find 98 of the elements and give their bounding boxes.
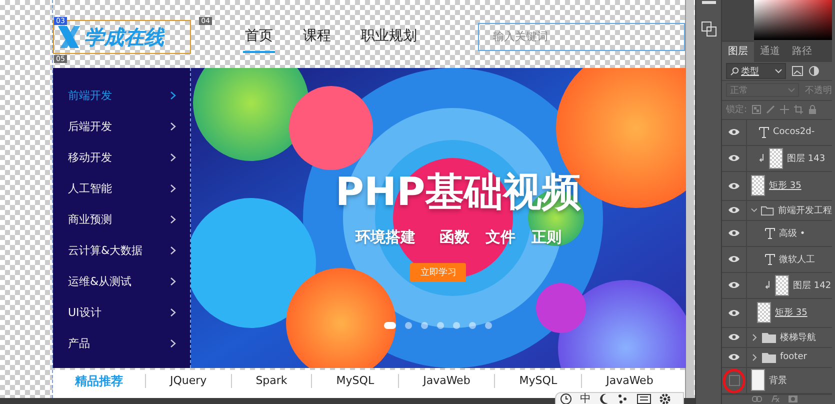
layer-row[interactable]: 楼梯导航 [722, 328, 832, 348]
course-link[interactable]: JQuery [145, 374, 231, 388]
layer-name: 图层 142 [793, 280, 832, 292]
crop-icon [794, 105, 804, 114]
logo-icon [56, 24, 82, 50]
banner-tag: 函数 [439, 228, 470, 247]
chevron-right-icon [170, 184, 176, 193]
caret-icon [775, 68, 782, 74]
lock-icon [808, 105, 818, 114]
layer-thumbnail [751, 175, 765, 196]
sidebar-item[interactable]: 人工智能 [53, 173, 190, 204]
carousel-dot[interactable] [421, 322, 428, 329]
layer-row[interactable]: Cocos2d- [722, 120, 832, 146]
chevron-right-icon [170, 339, 176, 348]
search-icon [730, 66, 739, 76]
chevron-right-icon [170, 91, 176, 100]
lock-transparent-icon [752, 105, 762, 114]
carousel-dot[interactable] [453, 322, 460, 329]
text-layer-icon [759, 126, 769, 138]
keyboard-icon [637, 394, 651, 404]
layer-row[interactable]: 矩形 35 [722, 172, 832, 201]
layer-row[interactable]: footer [722, 348, 832, 368]
dots-icon [617, 392, 629, 404]
course-link[interactable]: Spark [230, 374, 312, 388]
clock-icon [560, 392, 572, 404]
layer-name: 楼梯导航 [780, 332, 816, 344]
layer-row[interactable]: 背景 [722, 368, 832, 394]
sidebar-item[interactable]: 商业预测 [53, 204, 190, 235]
filter-dropdown[interactable]: 类型 [726, 63, 786, 80]
nav-link[interactable]: 首页 [243, 21, 275, 53]
chevron-right-icon [170, 246, 176, 255]
sidebar-item[interactable]: 运维&从测试 [53, 266, 190, 297]
link-icon [752, 395, 762, 404]
chevron-right-icon [170, 215, 176, 224]
chevron-right-icon [170, 122, 176, 131]
nav-link[interactable]: 职业规划 [359, 21, 419, 53]
fx-icon [770, 395, 780, 404]
sidebar-item[interactable]: 前端开发 [53, 80, 190, 111]
layer-thumbnail [769, 148, 783, 169]
layer-name: 矩形 35 [769, 180, 802, 192]
panel-tab[interactable]: 图层 [722, 42, 754, 62]
sidebar-item[interactable]: 后端开发 [53, 111, 190, 142]
text-layer-icon [765, 228, 775, 239]
sidebar-item[interactable]: 产品 [53, 328, 190, 359]
layer-row[interactable]: 矩形 35 [722, 298, 832, 328]
layer-name: 矩形 35 [775, 306, 808, 320]
layer-thumbnail [751, 369, 765, 392]
settings-icon [659, 392, 671, 404]
panel-tab[interactable]: 通道 [754, 42, 786, 62]
recommend-heading: 精品推荐 [74, 372, 124, 390]
sidebar-item[interactable]: 移动开发 [53, 142, 190, 173]
layer-row[interactable]: 图层 142 [722, 272, 832, 299]
course-link[interactable]: MySQL [311, 374, 398, 388]
carousel-dot[interactable] [485, 322, 492, 329]
logo-text: 学成在线 [84, 25, 164, 49]
layer-name: 前端开发工程 [778, 204, 832, 217]
text-layer-icon [765, 254, 775, 265]
sidebar-item[interactable]: UI设计 [53, 297, 190, 328]
layer-row[interactable]: 前端开发工程 [722, 200, 832, 221]
nav-link[interactable]: 课程 [301, 21, 333, 53]
layer-name: footer [780, 352, 807, 362]
search-field[interactable]: 输入关键词 [478, 23, 685, 51]
folder-icon [762, 332, 776, 343]
color-picker-field[interactable] [754, 0, 832, 40]
brush-icon [766, 105, 776, 114]
carousel-dot[interactable] [437, 322, 444, 329]
image-filter-icon [792, 66, 803, 76]
open-folder-icon [761, 204, 774, 216]
collapse-icon [702, 1, 716, 5]
layer-comp-icon [700, 21, 716, 37]
course-link[interactable]: JavaWeb [398, 374, 494, 388]
layer-thumbnail [775, 274, 789, 296]
layer-name: 背景 [769, 374, 787, 387]
course-link[interactable]: MySQL [494, 374, 582, 388]
moon-icon [599, 392, 609, 404]
layer-name: 图层 143 [787, 152, 826, 165]
sidebar-item[interactable]: 云计算&大数据 [53, 235, 190, 266]
layer-thumbnail [757, 302, 771, 324]
carousel-dot[interactable] [469, 322, 476, 329]
layer-row[interactable]: 高级 • [722, 220, 832, 247]
layer-row[interactable]: 微软人工 [722, 246, 832, 273]
layer-row[interactable]: 图层 143 [722, 146, 832, 172]
adjustment-filter-icon [809, 66, 819, 76]
move-icon [780, 105, 790, 114]
ime-mode-label[interactable]: 中 [580, 392, 591, 404]
layer-name: 高级 • [779, 228, 806, 240]
visibility-toggle[interactable] [728, 374, 740, 386]
layer-name: 微软人工 [779, 254, 815, 266]
caret-icon [788, 88, 795, 93]
annotation-circle [722, 368, 746, 394]
folder-icon [762, 352, 776, 363]
chevron-right-icon [170, 153, 176, 162]
course-link[interactable]: JavaWeb [581, 374, 678, 388]
chevron-right-icon [170, 308, 176, 317]
chevron-right-icon [170, 277, 176, 286]
panel-tab[interactable]: 路径 [786, 42, 818, 62]
carousel-dot[interactable] [405, 322, 412, 329]
layer-name: Cocos2d- [773, 127, 815, 138]
